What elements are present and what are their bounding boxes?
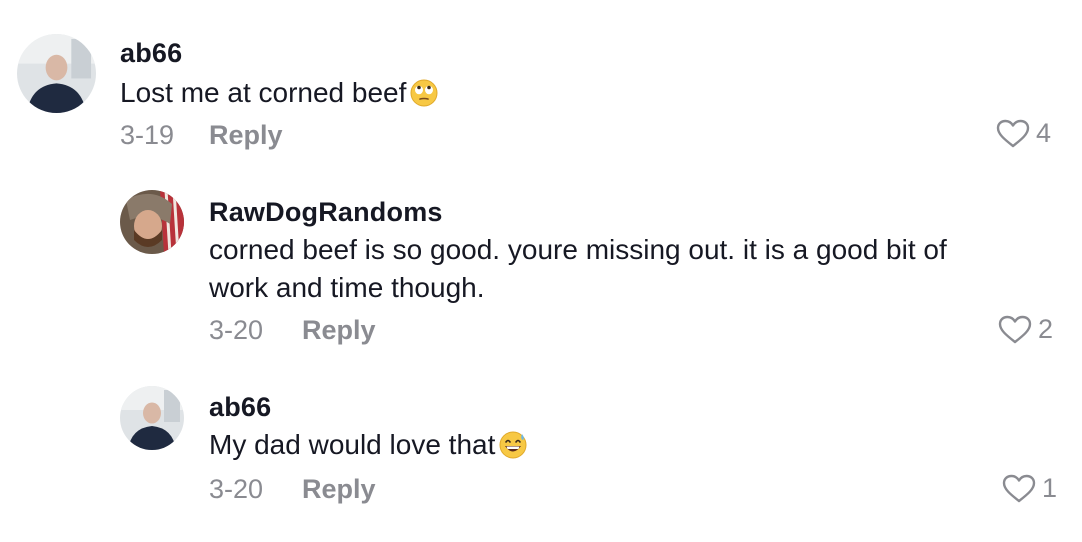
comment-text-body: My dad would love that [209,429,496,460]
avatar[interactable] [120,386,184,450]
avatar[interactable] [120,190,184,254]
reply-button[interactable]: Reply [209,120,283,151]
like-button[interactable]: 4 [996,118,1051,149]
comment-date: 3-19 [120,120,175,150]
like-button[interactable]: 1 [1002,473,1057,504]
rolling-eyes-emoji-icon [410,79,438,107]
reply-button[interactable]: Reply [302,474,376,505]
comment-text: My dad would love that [209,426,1029,464]
comment-text-line-2: work and time though. [209,272,485,303]
username[interactable]: ab66 [120,38,182,69]
reply-button[interactable]: Reply [302,315,376,346]
like-button[interactable]: 2 [998,314,1053,345]
heart-outline-icon [1002,474,1036,502]
like-count: 2 [1038,314,1054,344]
avatar-image [120,386,184,450]
like-count: 4 [1036,118,1052,148]
avatar-image [17,34,96,113]
comment-date: 3-20 [209,474,264,504]
grinning-sweat-emoji-icon [499,431,527,459]
comment-text: corned beef is so good. youre missing ou… [209,231,1029,307]
avatar-image [120,190,184,254]
heart-outline-icon [996,119,1030,147]
comment-date: 3-20 [209,315,264,345]
comment-text: Lost me at corned beef [120,74,940,112]
avatar[interactable] [17,34,96,113]
username[interactable]: RawDogRandoms [209,197,443,228]
heart-outline-icon [998,315,1032,343]
comment-text-line-1: corned beef is so good. youre missing ou… [209,234,947,265]
comment-text-body: Lost me at corned beef [120,77,407,108]
username[interactable]: ab66 [209,392,271,423]
like-count: 1 [1042,473,1058,503]
